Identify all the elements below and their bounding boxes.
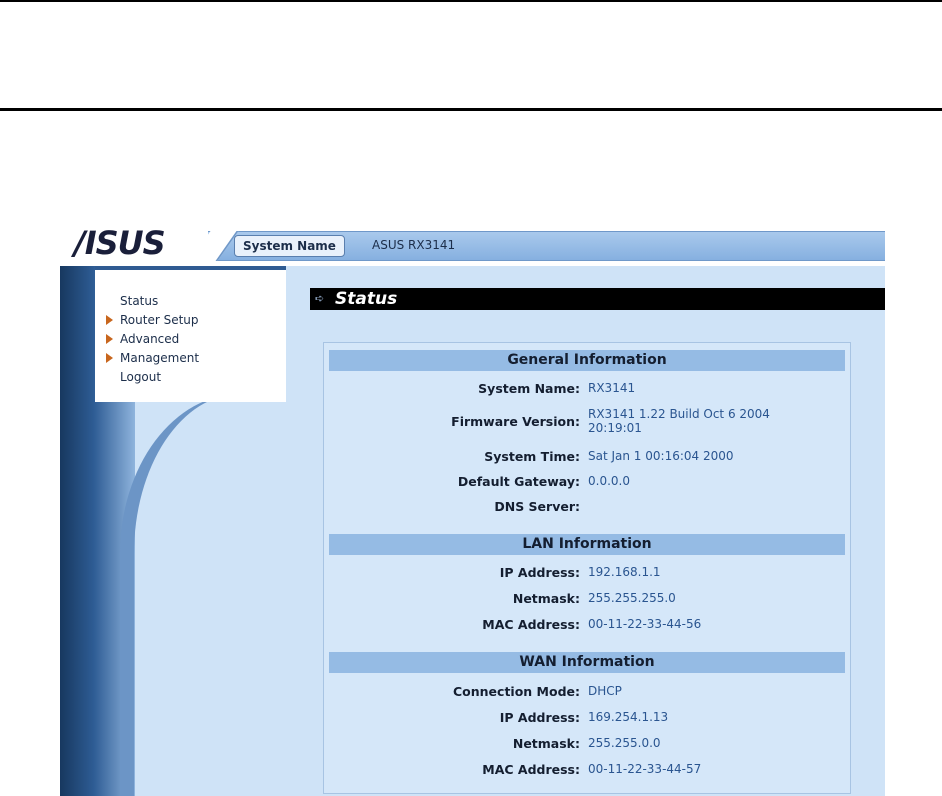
asus-logo: /ISUS (74, 224, 166, 262)
top-header: /ISUS System Name ASUS RX3141 (60, 224, 885, 266)
expand-arrow-icon (106, 353, 113, 363)
field-label: IP Address: (499, 565, 580, 580)
menu-item-label: Advanced (120, 332, 180, 346)
field-value: Sat Jan 1 00:16:04 2000 (588, 449, 734, 463)
decorative-curve (120, 394, 254, 796)
lan-info-heading: LAN Information (329, 534, 845, 555)
field-value: RX3141 1.22 Build Oct 6 2004 20:19:01 (588, 407, 770, 435)
field-value: 169.254.1.13 (588, 710, 669, 724)
menu-item-router-setup[interactable]: Router Setup (95, 311, 199, 330)
general-info-heading: General Information (329, 350, 845, 371)
menu-item-management[interactable]: Management (95, 349, 199, 368)
menu-item-logout[interactable]: Logout (95, 368, 199, 387)
field-value: DHCP (588, 684, 622, 698)
expand-arrow-icon (106, 334, 113, 344)
field-value: 00-11-22-33-44-56 (588, 617, 702, 631)
divider-rule (0, 108, 942, 111)
system-name-value: ASUS RX3141 (372, 238, 456, 252)
menu-item-label: Logout (120, 370, 162, 384)
expand-arrow-icon (106, 315, 113, 325)
system-name-tab: System Name (234, 235, 345, 257)
nav-menu: Status Router Setup Advanced Management … (95, 266, 286, 402)
arrow-right-icon: ➪ (315, 292, 325, 305)
field-label: Connection Mode: (453, 684, 580, 699)
section-title-bar: ➪ Status (310, 288, 885, 310)
field-value: 00-11-22-33-44-57 (588, 762, 702, 776)
field-label: IP Address: (499, 710, 580, 725)
menu-top-border (95, 266, 286, 270)
field-label: Netmask: (512, 736, 580, 751)
field-value: 192.168.1.1 (588, 565, 661, 579)
field-value: RX3141 (588, 381, 636, 395)
field-label: Netmask: (512, 591, 580, 606)
field-label: System Time: (484, 449, 580, 464)
status-panel: General Information System Name: RX3141 … (323, 342, 851, 794)
field-label: Default Gateway: (457, 474, 580, 489)
field-label: System Name: (478, 381, 580, 396)
field-label: Firmware Version: (451, 414, 580, 429)
field-label: DNS Server: (494, 499, 580, 514)
wan-info-heading: WAN Information (329, 652, 845, 673)
menu-item-label: Management (120, 351, 200, 365)
field-value: 0.0.0.0 (588, 474, 630, 488)
menu-item-label: Status (120, 294, 159, 308)
menu-item-label: Router Setup (120, 313, 199, 327)
field-label: MAC Address: (482, 617, 580, 632)
page-title: Status (335, 289, 398, 309)
field-label: MAC Address: (482, 762, 580, 777)
menu-item-advanced[interactable]: Advanced (95, 330, 199, 349)
field-value: 255.255.255.0 (588, 591, 676, 605)
menu-item-status[interactable]: Status (95, 292, 199, 311)
nav-menu-list: Status Router Setup Advanced Management … (95, 292, 199, 387)
top-rule (0, 0, 942, 2)
router-admin-screenshot: /ISUS System Name ASUS RX3141 Status Rou… (60, 224, 885, 796)
field-value: 255.255.0.0 (588, 736, 661, 750)
